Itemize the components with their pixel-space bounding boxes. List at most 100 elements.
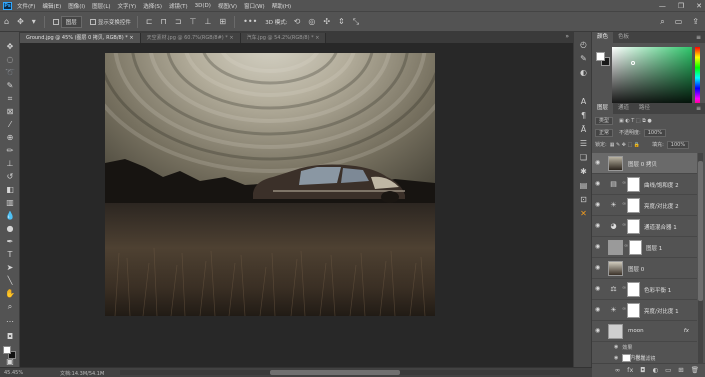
eye-icon[interactable]: ◉ [595, 306, 602, 313]
color-picker-field[interactable] [612, 47, 692, 109]
eraser-tool-icon[interactable]: ◧ [4, 185, 16, 195]
3d-pan-icon[interactable]: ✣ [323, 17, 330, 26]
show-transform-checkbox[interactable] [89, 18, 96, 25]
menu-image[interactable]: 图像(I) [68, 2, 85, 10]
align-left-icon[interactable]: ⊏ [146, 17, 153, 26]
opacity-input[interactable]: 100% [643, 128, 666, 137]
chain-icon[interactable]: ∞ [624, 243, 628, 249]
layer-row[interactable]: ◉ ☀ ∞ 亮度/对比度 2 [592, 195, 697, 216]
lasso-tool-icon[interactable]: ➰ [4, 68, 16, 78]
layer-row[interactable]: ◉ 图层 0 [592, 258, 697, 279]
color-swatches[interactable] [596, 52, 610, 66]
layer-name[interactable]: 亮度/对比度 1 [644, 307, 679, 315]
align-top-icon[interactable]: ⊤ [189, 17, 196, 26]
auto-select-checkbox[interactable] [52, 18, 59, 25]
doc-tab-ground[interactable]: Ground.jpg @ 45% (图层 0 拷贝, RGB/8) * × [20, 33, 141, 43]
close-icon[interactable]: ✕ [696, 2, 702, 10]
filter-kind-dropdown[interactable]: 类型 [595, 116, 614, 125]
minimize-icon[interactable]: — [659, 2, 666, 10]
eye-icon[interactable]: ◉ [595, 243, 602, 250]
search-icon[interactable]: ⌕ [660, 17, 664, 27]
layer-row[interactable]: ◉ 图层 0 拷贝 [592, 153, 697, 174]
cross-tools-icon[interactable]: ✕ [578, 209, 589, 219]
zoom-tool-icon[interactable]: ⌕ [4, 302, 16, 312]
close-tab-icon[interactable]: × [229, 35, 233, 41]
eye-icon[interactable]: ◉ [595, 222, 602, 229]
3d-rotate-icon[interactable]: ⟲ [294, 17, 301, 26]
quick-select-tool-icon[interactable]: ✎ [4, 81, 16, 91]
swatches-icon[interactable]: ▤ [578, 181, 589, 191]
layer-name[interactable]: 曲线/饱和度 2 [644, 181, 679, 189]
layer-row[interactable]: ◉ ☀ ∞ 亮度/对比度 1 [592, 300, 697, 321]
hand-tool-icon[interactable]: ✋ [4, 289, 16, 299]
layer-name[interactable]: 图层 0 拷贝 [628, 160, 657, 168]
blend-mode-dropdown[interactable]: 正常 [595, 128, 614, 137]
hue-slider[interactable] [695, 47, 700, 109]
smart-filters-row[interactable]: ◉ 智能滤镜 [614, 353, 655, 363]
more-tools-icon[interactable]: … [4, 315, 16, 325]
pen-tool-icon[interactable]: ✒ [4, 237, 16, 247]
layer-name[interactable]: 图层 1 [646, 244, 662, 252]
distribute-icon[interactable]: ⊞ [219, 17, 226, 26]
chain-icon[interactable]: ∞ [622, 201, 626, 207]
marquee-tool-icon[interactable]: ◌ [4, 55, 16, 65]
panel-menu-icon[interactable]: ≡ [696, 34, 701, 41]
eye-icon[interactable]: ◉ [595, 201, 602, 208]
menu-help[interactable]: 帮助(H) [272, 2, 291, 10]
menu-edit[interactable]: 编辑(E) [42, 2, 61, 10]
panel-menu-icon[interactable]: ≡ [696, 105, 701, 112]
menu-file[interactable]: 文件(F) [17, 2, 35, 10]
navigator-icon[interactable]: ⊡ [578, 195, 589, 205]
fx-icon[interactable]: fx [684, 328, 689, 334]
share-icon[interactable]: ⇪ [692, 17, 699, 27]
libraries-icon[interactable]: ❏ [578, 153, 589, 163]
close-tab-icon[interactable]: × [129, 35, 133, 41]
chain-icon[interactable]: ∞ [622, 222, 626, 228]
trash-icon[interactable]: 🗑 [691, 367, 699, 374]
eye-icon[interactable]: ◉ [614, 355, 618, 361]
doc-tab-car[interactable]: 汽车.jpg @ 54.2%(RGB/8) * × [240, 33, 327, 43]
healing-brush-tool-icon[interactable]: ⊕ [4, 133, 16, 143]
new-layer-icon[interactable]: ⊞ [678, 367, 683, 374]
layers-scroll-thumb[interactable] [698, 161, 703, 301]
eye-icon[interactable]: ◉ [614, 344, 618, 350]
foreground-color-box[interactable] [596, 52, 605, 61]
menu-view[interactable]: 视图(V) [218, 2, 237, 10]
menu-layer[interactable]: 图层(L) [92, 2, 110, 10]
fx-icon[interactable]: fx [627, 367, 633, 374]
workspace-icon[interactable]: ▭ [675, 17, 683, 27]
tool-preset-chevron-icon[interactable]: ▾ [32, 17, 36, 26]
more-options-icon[interactable]: ••• [243, 17, 257, 26]
history-brush-tool-icon[interactable]: ↺ [4, 172, 16, 182]
tabs-overflow-icon[interactable]: » [565, 33, 569, 40]
eye-icon[interactable]: ◉ [595, 159, 602, 166]
glyphs-icon[interactable]: Ā [578, 125, 589, 135]
layer-row[interactable]: ◉ ⚖ ∞ 色彩平衡 1 [592, 279, 697, 300]
horizontal-scrollbar[interactable] [120, 370, 560, 375]
document-canvas-image[interactable] [105, 53, 435, 316]
adjustment-layer-icon[interactable]: ◐ [652, 367, 658, 374]
menu-select[interactable]: 选择(S) [143, 2, 162, 10]
path-select-tool-icon[interactable]: ➤ [4, 263, 16, 273]
auto-select-dropdown[interactable]: 图层 [60, 15, 82, 28]
color-picker-cursor[interactable] [631, 61, 635, 65]
layer-row[interactable]: ◉ ▤ ∞ 曲线/饱和度 2 [592, 174, 697, 195]
layer-name[interactable]: 色彩平衡 1 [644, 286, 671, 294]
align-center-icon[interactable]: ⊓ [161, 17, 167, 26]
fill-input[interactable]: 100% [666, 140, 690, 149]
doc-tab-sky[interactable]: 天空素材.jpg @ 60.7%(RGB/8#) * × [140, 33, 241, 43]
layer-row[interactable]: ◉ moon fx [592, 321, 697, 342]
frame-tool-icon[interactable]: ⊠ [4, 107, 16, 117]
tab-color[interactable]: 颜色 [592, 32, 614, 43]
screen-mode-icon[interactable]: ▣ [4, 357, 16, 367]
3d-slide-icon[interactable]: ⇕ [338, 17, 345, 26]
zoom-level[interactable]: 45.45% [4, 370, 23, 376]
3d-scale-icon[interactable]: ⤡ [353, 17, 359, 26]
menu-window[interactable]: 窗口(W) [244, 2, 265, 10]
layer-name[interactable]: moon [628, 328, 644, 334]
menu-filter[interactable]: 滤镜(T) [169, 2, 188, 10]
maximize-icon[interactable]: ❐ [678, 2, 684, 10]
layer-name[interactable]: 亮度/对比度 2 [644, 202, 679, 210]
tab-paths[interactable]: 路径 [634, 103, 655, 114]
lock-icons[interactable]: ▦ ✎ ✥ ⬚ 🔒 [610, 142, 640, 148]
